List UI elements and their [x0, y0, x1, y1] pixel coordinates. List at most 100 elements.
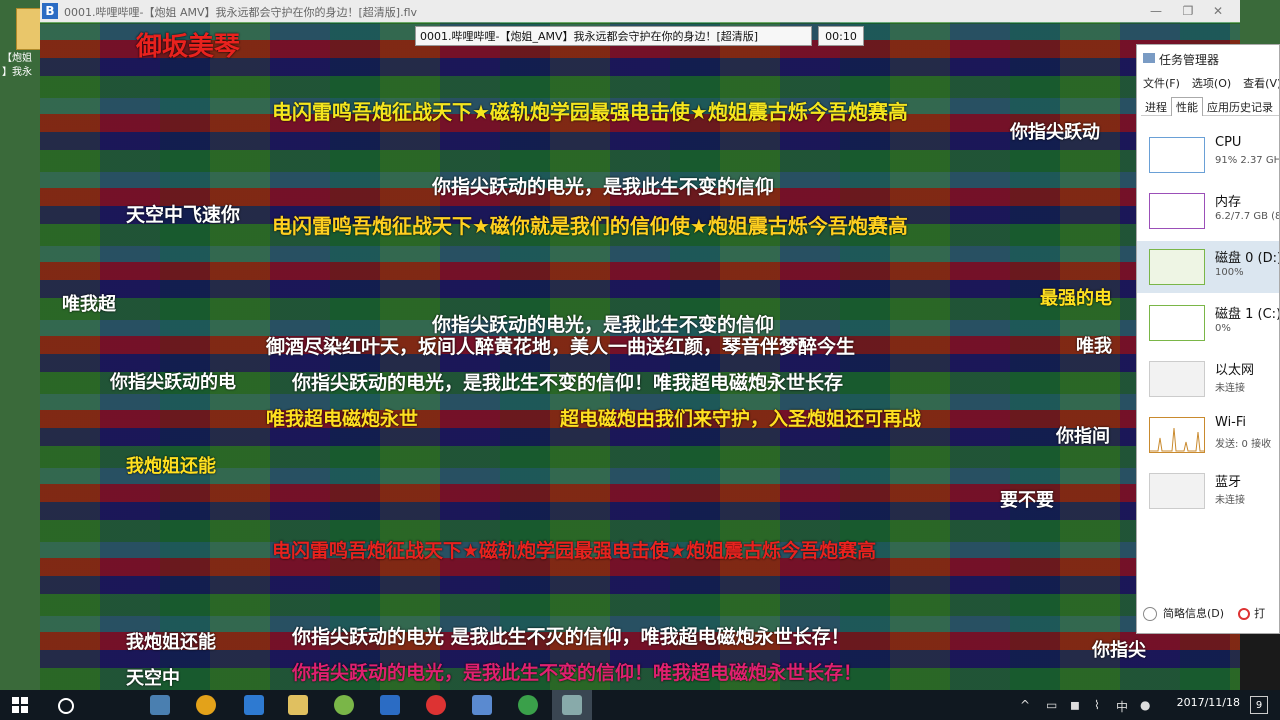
- perf-item-name: 磁盘 0 (D:): [1215, 251, 1280, 266]
- danmaku-comment: 你指尖跃动的电光，是我此生不变的信仰: [432, 176, 775, 198]
- danmaku-comment: 你指尖跃动的电光，是我此生不变的信仰！唯我超电磁炮永世长存！: [292, 662, 863, 684]
- danmaku-comment: 电闪雷鸣吾炮征战天下★磁轨炮学园最强电击使★炮姐震古烁今吾炮赛高: [272, 100, 908, 124]
- perf-item-cpu[interactable]: CPU 91% 2.37 GHz: [1137, 129, 1280, 181]
- danmaku-comment: 要不要: [1000, 490, 1054, 511]
- perf-item-value: 未连接: [1215, 383, 1245, 394]
- folder-icon[interactable]: [16, 8, 40, 50]
- video-danmaku-area[interactable]: 御坂美琴 电闪雷鸣吾炮征战天下★磁轨炮学园最强电击使★炮姐震古烁今吾炮赛高 你指…: [40, 22, 1240, 690]
- wifi-graph: [1149, 417, 1205, 453]
- close-icon[interactable]: ✕: [1204, 2, 1232, 20]
- ethernet-graph: [1149, 361, 1205, 397]
- maximize-icon[interactable]: ❐: [1174, 2, 1202, 20]
- perf-item-value: 6.2/7.7 GB (81%): [1215, 211, 1279, 222]
- browser-icon[interactable]: [196, 695, 216, 715]
- resource-monitor-icon[interactable]: [1238, 608, 1251, 620]
- perf-item-name: 以太网: [1215, 363, 1255, 378]
- folder-icon[interactable]: [288, 695, 308, 715]
- desktop-left-strip: 【炮姐 】我永: [0, 0, 40, 690]
- perf-item-name: 磁盘 1 (C:): [1215, 307, 1280, 322]
- taskbar-clock[interactable]: 2017/11/18: [1177, 696, 1240, 709]
- tray-icon[interactable]: ◼: [1070, 698, 1080, 712]
- task-manager-icon: [1143, 53, 1155, 63]
- danmaku-comment: 唯我超电磁炮永世: [266, 408, 419, 430]
- perf-item-value: 发送: 0 接收: [1215, 439, 1272, 450]
- tab-app-history[interactable]: 应用历史记录: [1203, 98, 1277, 116]
- perf-item-bluetooth[interactable]: 蓝牙 未连接: [1137, 465, 1279, 517]
- cortana-icon[interactable]: [58, 698, 74, 714]
- minimize-icon[interactable]: —: [1142, 2, 1170, 20]
- cpu-graph: [1149, 137, 1205, 173]
- danmaku-comment: 你指尖跃动的电光 是我此生不灭的信仰，唯我超电磁炮永世长存！: [292, 626, 850, 648]
- chevron-up-icon[interactable]: [1143, 607, 1157, 621]
- player-titlebar[interactable]: B 0001.哔哩哔哩-【炮姐 AMV】我永远都会守护在你的身边！[超清版].f…: [40, 0, 1240, 23]
- danmaku-comment: 我炮姐还能: [126, 456, 216, 477]
- danmaku-comment: 你指尖: [1092, 640, 1146, 661]
- perf-item-name: CPU: [1215, 135, 1242, 150]
- perf-item-wifi[interactable]: Wi-Fi 发送: 0 接收: [1137, 409, 1279, 461]
- perf-item-name: 内存: [1215, 195, 1242, 210]
- perf-item-ethernet[interactable]: 以太网 未连接: [1137, 353, 1279, 405]
- danmaku-comment: 你指尖跃动: [1010, 122, 1100, 143]
- chat-icon[interactable]: [334, 695, 354, 715]
- fewer-details-link[interactable]: 简略信息(D): [1163, 607, 1224, 620]
- perf-item-name: 蓝牙: [1215, 475, 1242, 490]
- player-window-title: 0001.哔哩哔哩-【炮姐 AMV】我永远都会守护在你的身边！[超清版].flv: [64, 6, 418, 19]
- menu-options[interactable]: 选项(O): [1192, 77, 1231, 90]
- bluetooth-graph: [1149, 473, 1205, 509]
- danmaku-comment: 你指尖跃动的电: [110, 372, 236, 393]
- danmaku-comment: 电闪雷鸣吾炮征战天下★磁轨炮学园最强电击使★炮姐震古烁今吾炮赛高: [272, 540, 877, 562]
- perf-item-value: 100%: [1215, 267, 1244, 278]
- danmaku-comment: 你指尖跃动的电光，是我此生不变的信仰！唯我超电磁炮永世长存: [292, 372, 844, 394]
- danmaku-comment: 最强的电: [1040, 288, 1112, 309]
- video-player-icon: [562, 695, 582, 715]
- wifi-sparkline: [1150, 427, 1204, 452]
- danmaku-comment: 御酒尽染红叶天，坂间人醉黄花地，美人一曲送红颜，琴音伴梦醉今生: [266, 336, 856, 358]
- app-icon[interactable]: [380, 695, 400, 715]
- app-icon[interactable]: [244, 695, 264, 715]
- player-time-display: 00:10: [818, 26, 864, 46]
- perf-item-value: 91% 2.37 GHz: [1215, 155, 1280, 166]
- video-player-window: B 0001.哔哩哔哩-【炮姐 AMV】我永远都会守护在你的身边！[超清版].f…: [40, 0, 1240, 690]
- app-icon[interactable]: [518, 695, 538, 715]
- player-overlay-title: 0001.哔哩哔哩-【炮姐_AMV】我永远都会守护在你的身边！[超清版]: [415, 26, 812, 46]
- perf-item-name: Wi-Fi: [1215, 415, 1247, 430]
- memory-graph: [1149, 193, 1205, 229]
- perf-item-disk-1[interactable]: 磁盘 1 (C:) 0%: [1137, 297, 1280, 349]
- app-icon[interactable]: [150, 695, 170, 715]
- menu-file[interactable]: 文件(F): [1143, 77, 1180, 90]
- windows-start-icon[interactable]: [12, 697, 28, 713]
- disk-0-graph: [1149, 249, 1205, 285]
- tab-performance[interactable]: 性能: [1171, 97, 1203, 116]
- danmaku-comment: 天空中飞速你: [126, 204, 241, 226]
- desktop-right-strip: [1240, 0, 1280, 44]
- danmaku-comment: 你指间: [1056, 426, 1110, 447]
- task-manager-title: 任务管理器: [1159, 53, 1220, 67]
- perf-item-memory[interactable]: 内存 6.2/7.7 GB (81%): [1137, 185, 1279, 237]
- danmaku-comment: 天空中: [126, 668, 180, 689]
- disk-1-graph: [1149, 305, 1205, 341]
- menu-view[interactable]: 查看(V): [1243, 77, 1279, 90]
- network-icon[interactable]: ⌇: [1094, 698, 1100, 712]
- tray-icon[interactable]: ▭: [1046, 698, 1057, 712]
- danmaku-comment: 唯我: [1076, 336, 1112, 357]
- app-icon[interactable]: [426, 695, 446, 715]
- open-resource-monitor-link[interactable]: 打: [1254, 607, 1265, 620]
- task-manager-window: 任务管理器 文件(F) 选项(O) 查看(V) 进程 性能 应用历史记录 CPU 91%…: [1136, 44, 1280, 634]
- tab-processes[interactable]: 进程: [1141, 98, 1171, 116]
- taskbar: ^ ▭ ◼ ⌇ 中 ● 2017/11/18 9: [0, 690, 1280, 720]
- desktop-icon-label: 【炮姐 】我永: [2, 53, 32, 78]
- task-manager-menu: 文件(F) 选项(O) 查看(V): [1143, 75, 1279, 91]
- task-manager-tabs: 进程 性能 应用历史记录: [1141, 97, 1279, 116]
- danmaku-comment: 御坂美琴: [136, 32, 241, 62]
- chevron-up-icon[interactable]: ^: [1020, 698, 1030, 712]
- tray-icon[interactable]: ●: [1140, 698, 1150, 712]
- danmaku-comment: 超电磁炮由我们来守护，入圣炮姐还可再战: [560, 408, 922, 430]
- perf-item-disk-0[interactable]: 磁盘 0 (D:) 100%: [1137, 241, 1280, 293]
- perf-item-value: 0%: [1215, 323, 1231, 334]
- danmaku-comment: 我炮姐还能: [126, 632, 216, 653]
- notification-icon[interactable]: 9: [1250, 696, 1268, 714]
- task-manager-footer: 简略信息(D) 打: [1143, 605, 1265, 621]
- app-icon[interactable]: [472, 695, 492, 715]
- ime-icon[interactable]: 中: [1116, 698, 1128, 715]
- danmaku-comment: 电闪雷鸣吾炮征战天下★磁你就是我们的信仰使★炮姐震古烁今吾炮赛高: [272, 214, 908, 238]
